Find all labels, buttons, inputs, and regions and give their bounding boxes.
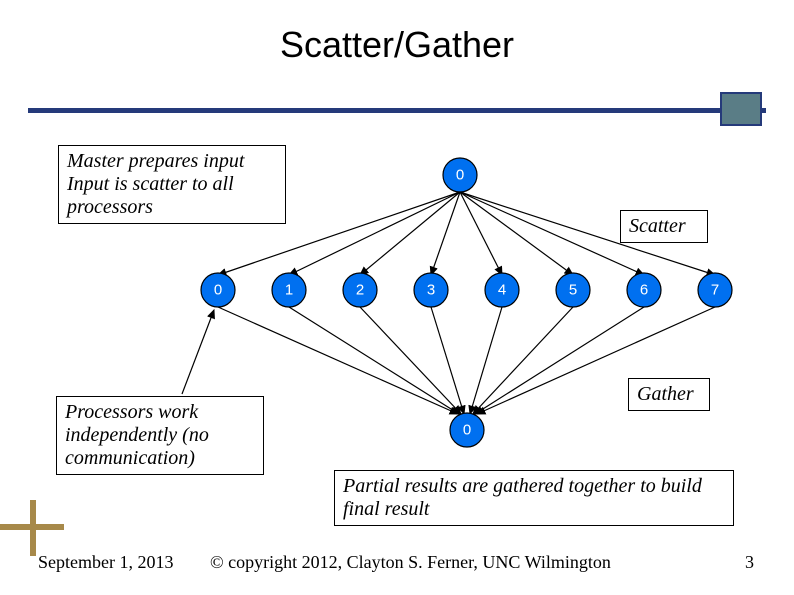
scatter-edge <box>360 192 460 275</box>
scatter-edge <box>431 192 460 275</box>
gather-node <box>450 413 484 447</box>
svg-text:5: 5 <box>569 282 577 299</box>
scatter-edge <box>460 192 644 275</box>
annotation-pointer <box>182 310 214 394</box>
svg-text:0: 0 <box>214 282 222 299</box>
worker-node-4: 4 <box>485 273 519 307</box>
footer-accent-v <box>30 500 36 556</box>
footer-copyright: © copyright 2012, Clayton S. Ferner, UNC… <box>210 552 611 573</box>
partial-results-box: Partial results are gathered together to… <box>334 470 734 526</box>
svg-text:3: 3 <box>427 282 435 299</box>
gather-label-box: Gather <box>628 378 710 411</box>
title-rule <box>28 108 766 113</box>
svg-text:1: 1 <box>285 282 293 299</box>
worker-node-3: 3 <box>414 273 448 307</box>
root-node-label: 0 <box>456 167 464 184</box>
worker-node-2: 2 <box>343 273 377 307</box>
gather-edge <box>431 307 464 414</box>
gather-edge <box>475 307 644 414</box>
root-node <box>443 158 477 192</box>
scatter-edge <box>460 192 502 275</box>
scatter-label-box: Scatter <box>620 210 708 243</box>
scatter-edge <box>289 192 460 275</box>
worker-node-1: 1 <box>272 273 306 307</box>
gather-edge <box>470 307 502 414</box>
processors-description-box: Processors work independently (no commun… <box>56 396 264 475</box>
worker-node-5: 5 <box>556 273 590 307</box>
slide-title: Scatter/Gather <box>0 0 794 66</box>
gather-edge <box>473 307 573 414</box>
scatter-edge <box>460 192 573 275</box>
title-accent-box <box>720 92 762 126</box>
svg-text:2: 2 <box>356 282 364 299</box>
svg-text:7: 7 <box>711 282 719 299</box>
gather-edge <box>360 307 461 414</box>
footer-date: September 1, 2013 <box>38 552 173 573</box>
gather-node-label: 0 <box>463 422 471 439</box>
page-number: 3 <box>745 552 754 573</box>
worker-node-0: 0 <box>201 273 235 307</box>
worker-node-6: 6 <box>627 273 661 307</box>
svg-text:4: 4 <box>498 282 506 299</box>
worker-node-7: 7 <box>698 273 732 307</box>
master-description-box: Master prepares inputInput is scatter to… <box>58 145 286 224</box>
gather-edge <box>289 307 459 414</box>
svg-text:6: 6 <box>640 282 648 299</box>
